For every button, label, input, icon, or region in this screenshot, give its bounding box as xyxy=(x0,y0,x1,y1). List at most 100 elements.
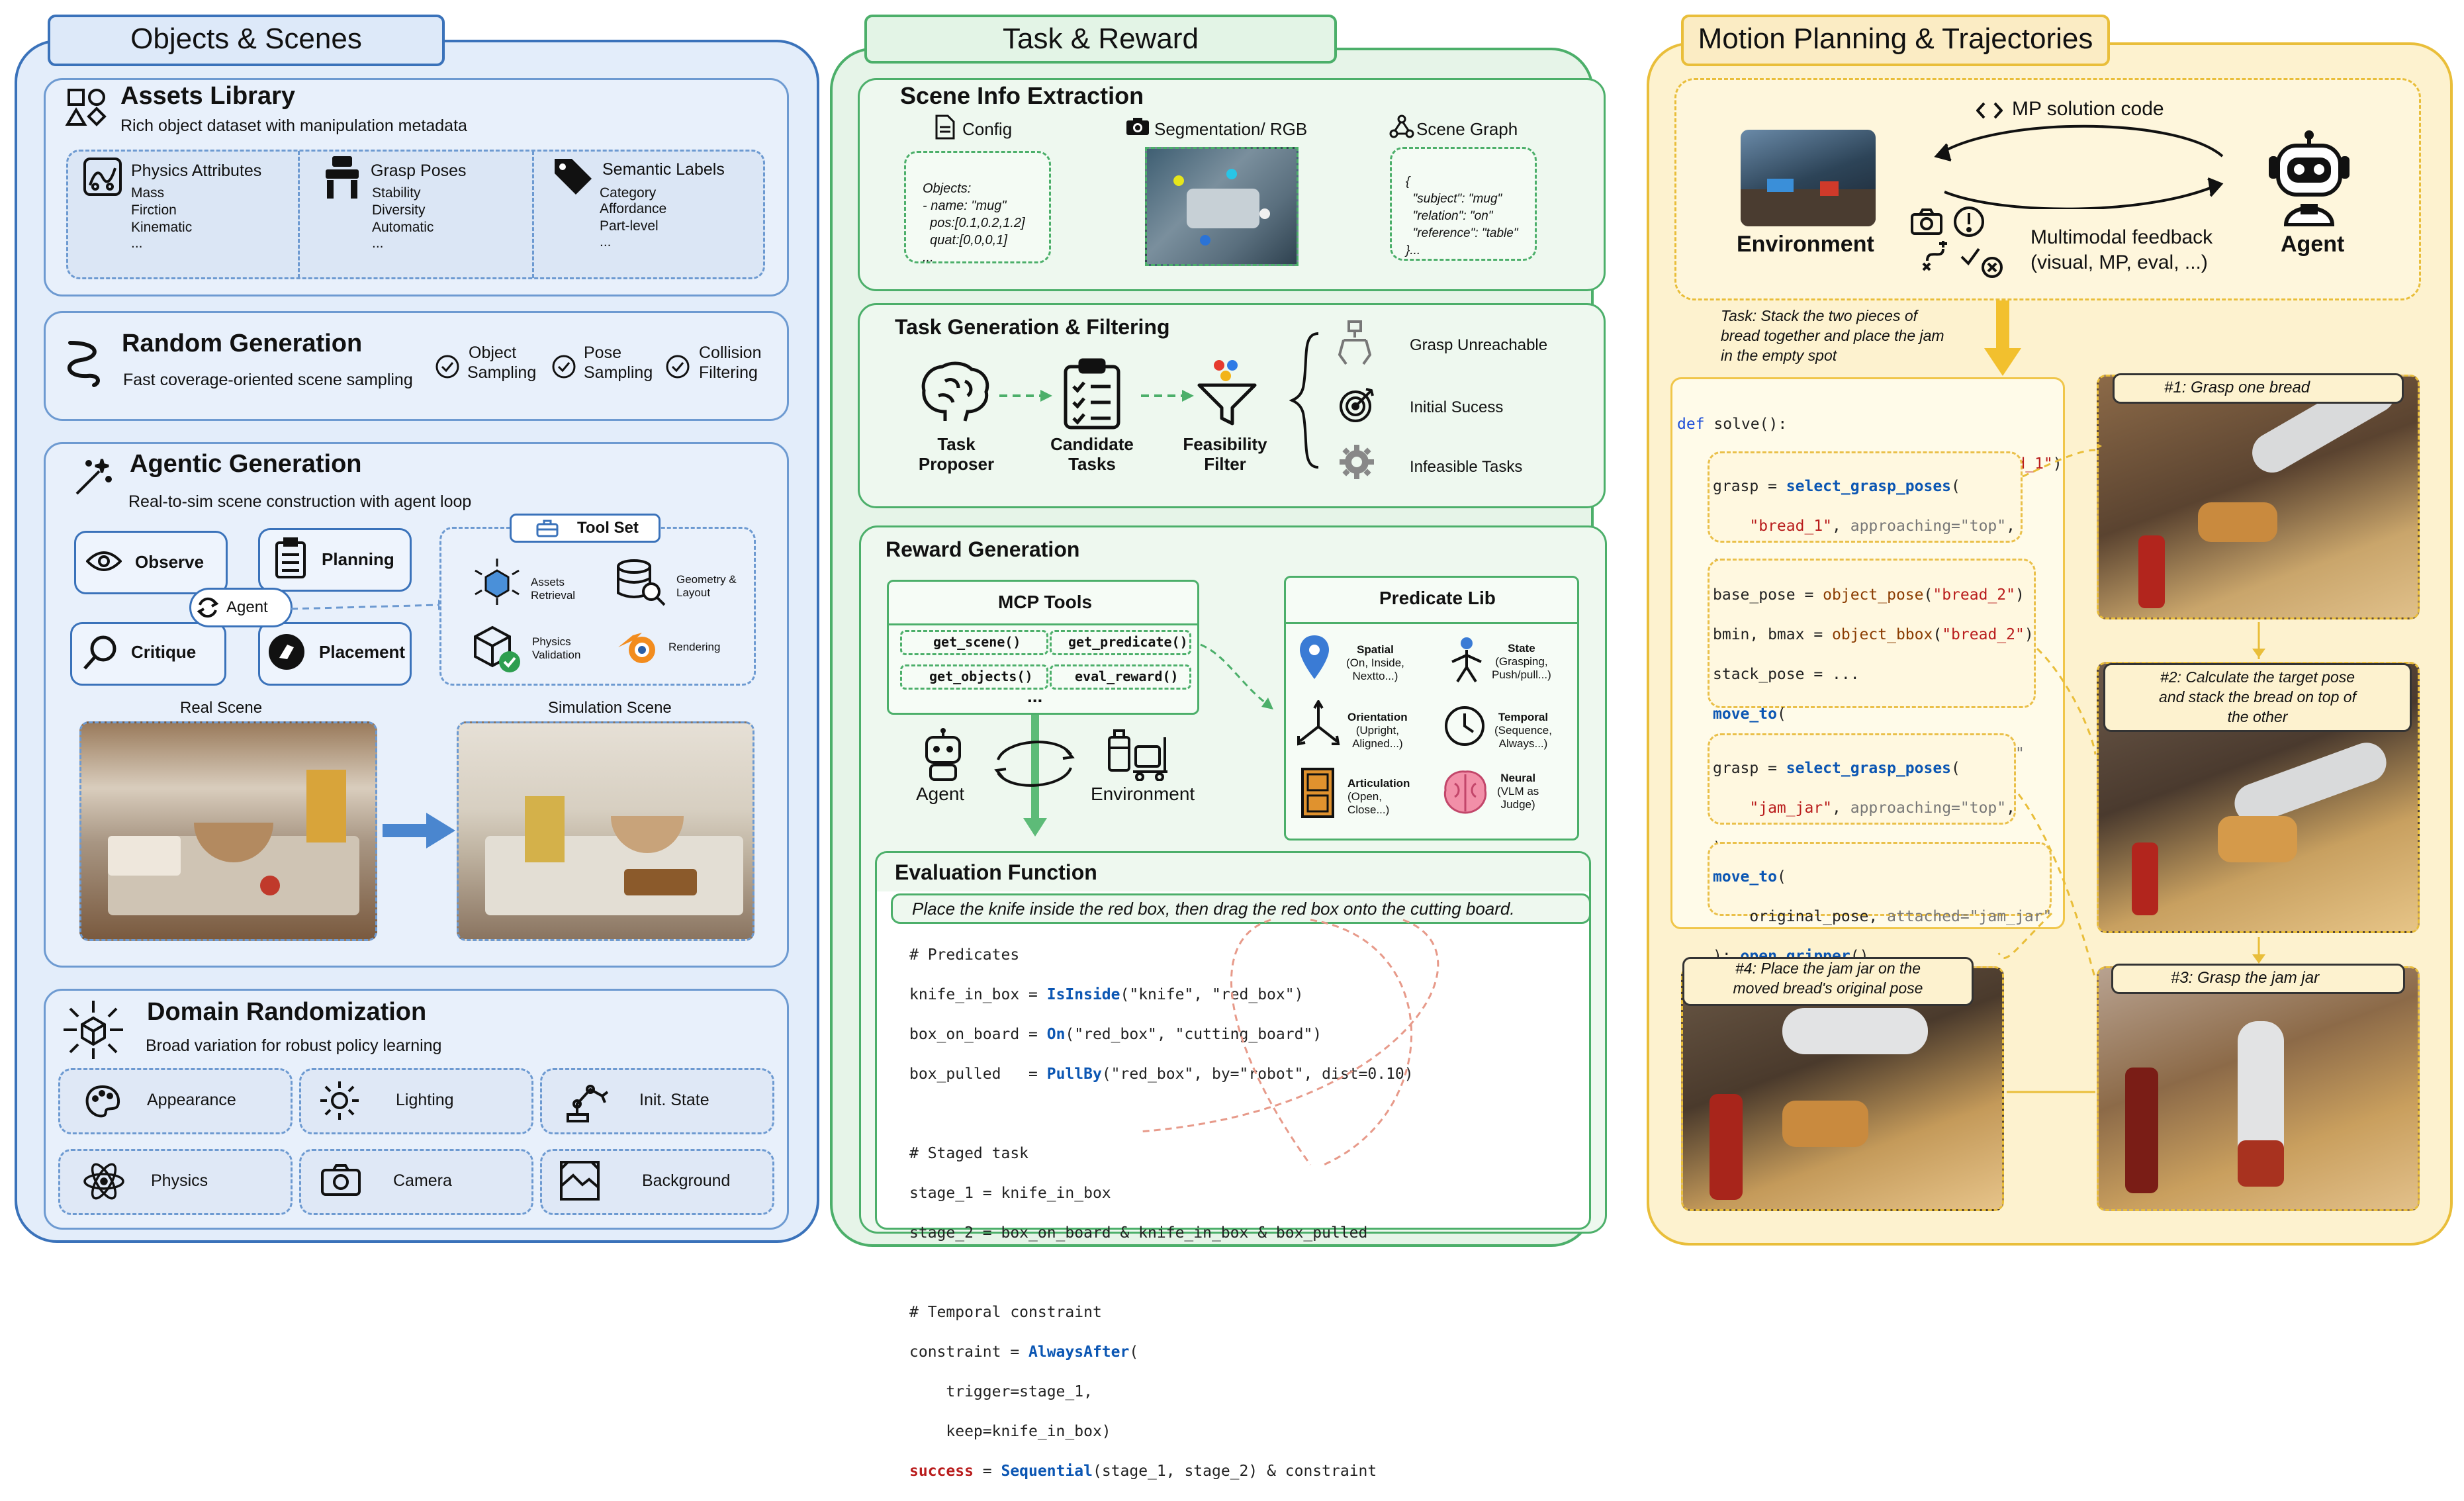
mcp-tools-title: MCP Tools xyxy=(998,592,1093,612)
physics-attr-item: Mass xyxy=(131,185,165,201)
placement-hand-icon xyxy=(269,634,304,670)
collision-filtering-label: Collision Filtering xyxy=(699,343,762,382)
physics-attr-item: Firction xyxy=(131,203,177,218)
seg-marker xyxy=(1259,208,1270,219)
real-to-sim-arrow xyxy=(383,813,455,848)
agent-to-toolset-arrow xyxy=(291,600,447,610)
eval-annotation-arcs xyxy=(1138,919,1439,1166)
eye-icon xyxy=(86,551,122,571)
sun-icon xyxy=(320,1081,359,1120)
route-icon xyxy=(1922,241,1947,271)
predicate-state: State (Grasping, Push/pull...) xyxy=(1492,642,1551,681)
code-line: # Temporal constraint xyxy=(909,1304,1102,1321)
checklist-icon xyxy=(1064,358,1120,430)
brain-icon xyxy=(921,361,989,422)
domain-randomization-subtitle: Broad variation for robust policy learni… xyxy=(146,1036,442,1055)
reward-agent-label: Agent xyxy=(916,784,965,804)
task-generation-title: Task Generation & Filtering xyxy=(895,315,1170,339)
real-scene-label: Real Scene xyxy=(180,699,263,717)
door-articulation-icon xyxy=(1301,768,1334,818)
clipboard-icon xyxy=(275,537,306,578)
real-scene-photo xyxy=(79,721,377,941)
mcp-tool-label: get_scene() xyxy=(933,634,1021,650)
mcp-tool-label: get_objects() xyxy=(929,668,1033,684)
agent-hub-label: Agent xyxy=(226,598,268,616)
funnel-icon xyxy=(1197,360,1257,426)
mcp-tool-label: get_predicate() xyxy=(1068,634,1188,650)
code-line: grasp = select_grasp_poses( xyxy=(1713,478,1960,495)
predicate-temporal: Temporal (Sequence, Always...) xyxy=(1494,711,1552,750)
assets-divider-2 xyxy=(532,151,534,278)
object-sampling-label: Object Sampling xyxy=(467,343,537,382)
sim-counter-shape xyxy=(485,836,743,915)
outcomes-brace xyxy=(1289,332,1319,469)
mcp-tool-label: eval_reward() xyxy=(1075,668,1179,684)
toolbox-icon xyxy=(536,520,559,537)
semantic-labels-title: Semantic Labels xyxy=(602,160,725,179)
assets-divider-1 xyxy=(298,151,300,278)
domain-randomization-title: Domain Randomization xyxy=(147,998,427,1026)
seg-sink-shape xyxy=(1187,189,1259,228)
file-icon xyxy=(935,114,955,140)
candidate-tasks-label: Candidate Tasks xyxy=(1050,434,1134,474)
clock-icon xyxy=(1445,706,1484,746)
motion-planning-title: Motion Planning & Trajectories xyxy=(1681,15,2110,66)
tool-label: Rendering xyxy=(668,641,721,653)
background-image-icon xyxy=(560,1161,600,1201)
robot-agent-icon xyxy=(925,728,961,781)
observe-label: Observe xyxy=(135,552,205,572)
assets-library-subtitle: Rich object dataset with manipulation me… xyxy=(120,116,467,135)
tool-label: Assets Retrieval xyxy=(531,576,576,602)
grasp-item: Diversity xyxy=(372,203,426,218)
sim-board-shape xyxy=(624,869,697,895)
predicate-header-divider xyxy=(1285,622,1578,624)
predicate-orientation: Orientation (Upright, Aligned...) xyxy=(1347,711,1408,750)
robot-arm-shape xyxy=(1782,1008,1928,1054)
segmentation-label: Segmentation/ RGB xyxy=(1154,119,1308,139)
sim-scene-render xyxy=(457,721,754,941)
egg-carton-shape xyxy=(108,836,181,876)
physics-label: Physics xyxy=(151,1171,208,1190)
env-table-shape xyxy=(1741,189,1876,226)
predicate-spatial: Spatial (On, Inside, Nextto...) xyxy=(1346,643,1404,682)
init-state-label: Init. State xyxy=(639,1091,709,1109)
scene-graph-text: { "subject": "mug" "relation": "on" "ref… xyxy=(1406,175,1518,257)
task-down-arrow xyxy=(1984,300,2021,376)
code-line: "jam_jar", approaching="top", xyxy=(1749,799,2015,817)
semantic-item: Part-level xyxy=(600,218,659,234)
mcp-to-predicate-arrow xyxy=(1200,643,1273,709)
environment-thumbnail xyxy=(1741,130,1876,226)
grasp-item: Stability xyxy=(372,185,421,201)
grasp-item: ... xyxy=(372,236,384,251)
assets-library-title: Assets Library xyxy=(120,82,296,110)
seg-marker xyxy=(1226,169,1237,179)
step-1-label: #1: Grasp one bread xyxy=(2164,379,2310,396)
magic-wand-icon xyxy=(75,459,112,495)
semantic-item: ... xyxy=(600,234,612,250)
seg-marker xyxy=(1173,175,1184,186)
check-circle-icon xyxy=(435,355,459,379)
alert-icon xyxy=(1954,206,1984,237)
refresh-icon xyxy=(197,597,219,618)
code-brackets-icon xyxy=(1976,102,2003,119)
candidate-to-filter-arrow xyxy=(1141,390,1194,402)
env-object-shape xyxy=(1820,181,1839,196)
critique-label: Critique xyxy=(131,642,197,662)
code-line: constraint = AlwaysAfter( xyxy=(909,1343,1139,1361)
agent-env-loop xyxy=(994,741,1075,787)
flow-arrowheads xyxy=(2098,443,2265,964)
initial-success-label: Initial Sucess xyxy=(1410,398,1504,416)
physics-attr-item: ... xyxy=(131,236,143,251)
grasp-unreachable-label: Grasp Unreachable xyxy=(1410,336,1548,354)
camera-icon xyxy=(321,1164,361,1196)
physics-attr-item: Kinematic xyxy=(131,220,193,235)
camera-feedback-icon xyxy=(1911,208,1942,235)
code-line: trigger=stage_1, xyxy=(909,1383,1093,1400)
box-shape xyxy=(306,770,346,842)
reward-generation-title: Reward Generation xyxy=(886,537,1080,561)
evaluation-function-title: Evaluation Function xyxy=(895,860,1097,884)
scene-graph-label: Scene Graph xyxy=(1416,119,1518,139)
code-line: "bread_1", approaching="top", xyxy=(1749,518,2015,535)
bread-shape xyxy=(1782,1101,1868,1147)
multimodal-feedback-label: Multimodal feedback (visual, MP, eval, ..… xyxy=(2031,226,2213,273)
